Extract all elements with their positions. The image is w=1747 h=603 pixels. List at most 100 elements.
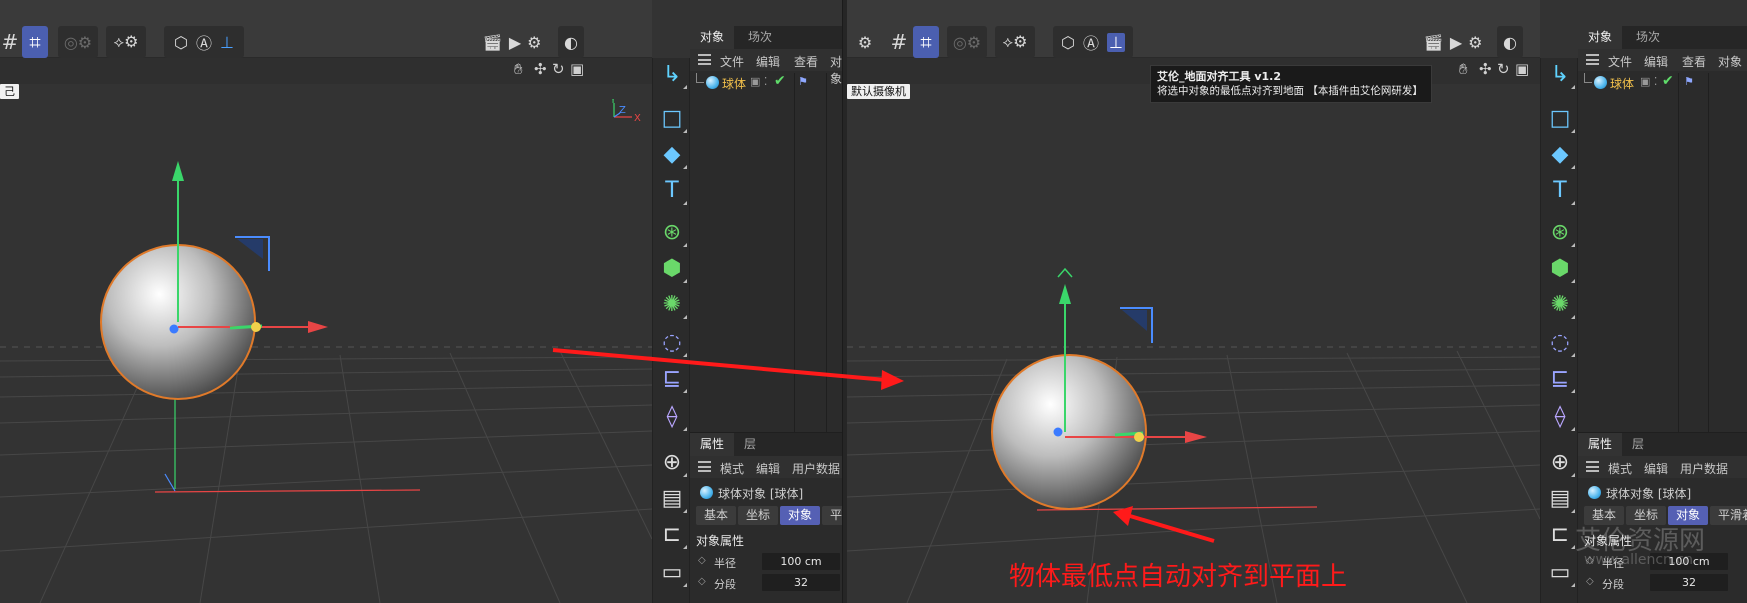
target-icon[interactable]: ◎⚙: [58, 26, 98, 58]
hand-pan-icon[interactable]: ✋︎: [514, 60, 523, 78]
tab-objects[interactable]: 对象: [1578, 26, 1623, 49]
tab-takes[interactable]: 场次: [1626, 26, 1670, 49]
gear-icon[interactable]: ⚙: [847, 26, 883, 58]
text-icon[interactable]: T: [656, 174, 688, 206]
camera-icon[interactable]: ▭: [656, 556, 688, 588]
text-icon[interactable]: T: [1544, 174, 1576, 206]
object-name[interactable]: 球体: [722, 75, 746, 92]
menu-object[interactable]: 对象: [1718, 53, 1742, 70]
radius-input[interactable]: 100 cm: [762, 553, 840, 570]
render-view-icon[interactable]: ⬡: [174, 33, 188, 52]
menu-userdata[interactable]: 用户数据: [792, 460, 840, 477]
gizmo-center[interactable]: [1053, 427, 1063, 437]
menu-edit[interactable]: 编辑: [756, 53, 780, 70]
keyframe-icon[interactable]: ◇: [698, 555, 706, 566]
spline-icon[interactable]: ⊛: [1544, 216, 1576, 248]
move-icon[interactable]: ✣: [534, 60, 547, 78]
pointer-icon[interactable]: ↳: [1544, 58, 1576, 90]
render-view-icon[interactable]: ⬡: [1061, 33, 1075, 52]
tab-takes[interactable]: 场次: [738, 26, 782, 49]
keyframe-icon[interactable]: ◇: [698, 576, 706, 587]
camera-label-stub[interactable]: 己: [0, 84, 19, 99]
move-icon[interactable]: ✣: [1479, 60, 1492, 78]
display-toggle-icon[interactable]: ▣ ⁚: [1640, 75, 1657, 88]
tag-icon[interactable]: ⚑: [798, 75, 808, 88]
tab-layers[interactable]: 层: [1622, 433, 1654, 456]
segments-input[interactable]: 32: [762, 574, 840, 591]
tab-coord[interactable]: 坐标: [738, 506, 779, 525]
viewport[interactable]: [847, 99, 1540, 603]
menu-mode[interactable]: 模式: [720, 460, 744, 477]
workplane-icon[interactable]: ⟡⚙: [995, 26, 1035, 58]
deformer-icon[interactable]: ◌: [1544, 326, 1576, 358]
material-icon[interactable]: ▤: [1544, 482, 1576, 514]
snap-grid-icon[interactable]: ⌗: [22, 26, 48, 58]
axis-lock-icon[interactable]: Ⓐ: [1083, 30, 1099, 54]
tab-objects[interactable]: 对象: [690, 26, 735, 49]
cube-icon[interactable]: □: [1544, 102, 1576, 134]
sky-icon[interactable]: ⊕: [656, 446, 688, 478]
hand-pan-icon[interactable]: ✋︎: [1459, 60, 1468, 78]
rotate-icon[interactable]: ↻: [552, 60, 565, 78]
target-icon[interactable]: ◎⚙: [947, 26, 987, 58]
display-toggle-icon[interactable]: ▣ ⁚: [750, 75, 767, 88]
light-icon[interactable]: ⊏: [1544, 518, 1576, 550]
menu-mode[interactable]: 模式: [1608, 460, 1632, 477]
menu-edit[interactable]: 编辑: [756, 460, 780, 477]
tab-phong[interactable]: 平滑着色(Phong): [1710, 506, 1747, 525]
workplane-icon[interactable]: ⟡⚙: [106, 26, 146, 58]
viewport[interactable]: Y Z X: [0, 99, 652, 603]
menu-icon[interactable]: [698, 461, 711, 472]
mograph-icon[interactable]: ⬢: [656, 252, 688, 284]
sky-icon[interactable]: ⊕: [1544, 446, 1576, 478]
keyframe-icon[interactable]: ◇: [1586, 576, 1594, 587]
primitive-cube-icon[interactable]: ◆: [656, 138, 688, 170]
camera-icon[interactable]: ▭: [1544, 556, 1576, 588]
camera-label[interactable]: 默认摄像机: [847, 84, 910, 99]
spline-icon[interactable]: ⊛: [656, 216, 688, 248]
pointer-icon[interactable]: ↳: [656, 58, 688, 90]
menu-file[interactable]: 文件: [720, 53, 744, 70]
enabled-check-icon[interactable]: ✔: [1662, 73, 1674, 89]
object-row-sphere[interactable]: 球体 ▣ ⁚ ✔ ⚑: [1578, 73, 1747, 91]
deformer-icon[interactable]: ◌: [656, 326, 688, 358]
maximize-icon[interactable]: ▣: [570, 60, 584, 78]
menu-icon[interactable]: [698, 54, 711, 65]
tab-attributes[interactable]: 属性: [1578, 433, 1623, 456]
render-region-icon[interactable]: ◐: [1497, 26, 1523, 58]
scene-icon[interactable]: ⟠: [1544, 400, 1576, 432]
menu-userdata[interactable]: 用户数据: [1680, 460, 1728, 477]
menu-icon[interactable]: [1586, 54, 1599, 65]
axis-lock-icon[interactable]: Ⓐ: [196, 30, 212, 54]
generator-icon[interactable]: ✺: [656, 288, 688, 320]
gizmo-y-arrow[interactable]: [1059, 284, 1071, 304]
segments-input[interactable]: 32: [1650, 574, 1728, 591]
material-icon[interactable]: ▤: [656, 482, 688, 514]
clapper-icon[interactable]: 🎬︎: [483, 33, 503, 52]
clapper-icon[interactable]: 🎬︎: [1424, 33, 1444, 52]
light-icon[interactable]: ⊏: [656, 518, 688, 550]
clapper-play-icon[interactable]: ▶: [1450, 33, 1462, 52]
gizmo-y-arrow[interactable]: [172, 161, 184, 181]
tab-phong[interactable]: 平滑着色(Phong): [822, 506, 842, 525]
clapper-settings-icon[interactable]: ⚙: [1468, 33, 1482, 52]
menu-edit[interactable]: 编辑: [1644, 53, 1668, 70]
sphere-object[interactable]: [991, 354, 1147, 510]
grid-icon[interactable]: #: [887, 26, 911, 58]
ground-align-icon[interactable]: ⊥: [1107, 32, 1125, 52]
menu-edit[interactable]: 编辑: [1644, 460, 1668, 477]
field-icon[interactable]: ⊑: [656, 362, 688, 394]
cube-icon[interactable]: □: [656, 102, 688, 134]
enabled-check-icon[interactable]: ✔: [774, 73, 786, 89]
generator-icon[interactable]: ✺: [1544, 288, 1576, 320]
render-region-icon[interactable]: ◐: [558, 26, 584, 58]
mograph-icon[interactable]: ⬢: [1544, 252, 1576, 284]
snap-grid-icon[interactable]: ⌗: [913, 26, 939, 58]
tab-object[interactable]: 对象: [780, 506, 821, 525]
menu-view[interactable]: 查看: [794, 53, 818, 70]
grid-icon[interactable]: #: [0, 26, 20, 58]
clapper-play-icon[interactable]: ▶: [509, 33, 521, 52]
tab-attributes[interactable]: 属性: [690, 433, 735, 456]
rotate-icon[interactable]: ↻: [1497, 60, 1510, 78]
primitive-cube-icon[interactable]: ◆: [1544, 138, 1576, 170]
